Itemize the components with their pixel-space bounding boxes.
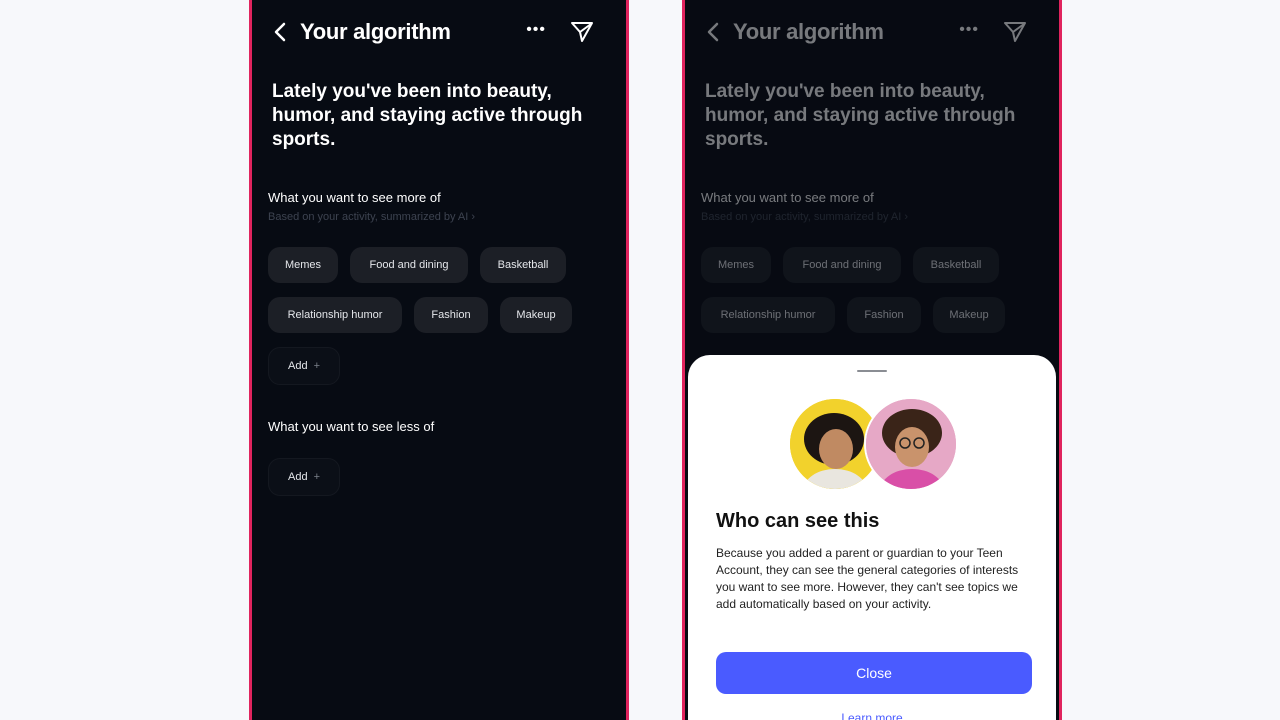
see-more-subtitle-text: Based on your activity, summarized by AI — [701, 211, 902, 223]
chevron-left-icon[interactable] — [270, 20, 292, 44]
sheet-body: Because you added a parent or guardian t… — [716, 546, 1019, 611]
see-more-subtitle[interactable]: Based on your activity, summarized by AI… — [268, 211, 475, 223]
chip-basketball[interactable]: Basketball — [913, 247, 999, 283]
learn-more-link[interactable]: Learn more — [688, 711, 1056, 720]
app-header: Your algorithm ••• — [270, 18, 608, 46]
interests-headline: Lately you've been into beauty, humor, a… — [272, 81, 583, 150]
chip-relationship-humor[interactable]: Relationship humor — [268, 297, 402, 333]
chevron-left-icon[interactable] — [703, 20, 725, 44]
app-header: Your algorithm ••• — [703, 18, 1041, 46]
chip-food-and-dining[interactable]: Food and dining — [783, 247, 901, 283]
add-less-button[interactable]: Add + — [268, 458, 340, 496]
send-icon[interactable] — [1003, 20, 1027, 44]
chip-food-and-dining[interactable]: Food and dining — [350, 247, 468, 283]
parent-avatar-image — [866, 399, 956, 489]
more-horizontal-icon[interactable]: ••• — [959, 21, 979, 39]
send-icon[interactable] — [570, 20, 594, 44]
close-button[interactable]: Close — [716, 652, 1032, 694]
chip-makeup[interactable]: Makeup — [933, 297, 1005, 333]
chevron-right-icon: › — [471, 211, 476, 223]
see-more-title: What you want to see more of — [268, 190, 441, 205]
chip-memes[interactable]: Memes — [701, 247, 771, 283]
see-more-subtitle-text: Based on your activity, summarized by AI — [268, 211, 469, 223]
plus-icon: + — [313, 471, 320, 483]
phone-screen-algorithm-with-sheet: Your algorithm ••• Lately you've been in… — [682, 0, 1062, 720]
see-less-title: What you want to see less of — [268, 419, 435, 434]
phone-screen-algorithm: Your algorithm ••• Lately you've been in… — [249, 0, 629, 720]
add-label: Add — [287, 471, 308, 483]
sheet-title: Who can see this — [716, 510, 880, 532]
interests-headline: Lately you've been into beauty, humor, a… — [705, 81, 1016, 150]
chip-relationship-humor[interactable]: Relationship humor — [701, 297, 835, 333]
see-more-title: What you want to see more of — [701, 190, 874, 205]
add-label: Add — [287, 360, 308, 372]
see-more-subtitle[interactable]: Based on your activity, summarized by AI… — [701, 211, 908, 223]
plus-icon: + — [313, 360, 320, 372]
sheet-drag-handle[interactable] — [857, 370, 887, 372]
add-more-button[interactable]: Add + — [268, 347, 340, 385]
chip-memes[interactable]: Memes — [268, 247, 338, 283]
chip-fashion[interactable]: Fashion — [847, 297, 921, 333]
bottom-sheet: Who can see this Because you added a par… — [688, 355, 1056, 720]
chevron-right-icon: › — [904, 211, 909, 223]
chip-basketball[interactable]: Basketball — [480, 247, 566, 283]
parent-avatar — [864, 397, 958, 491]
page-title: Your algorithm — [300, 19, 451, 44]
more-horizontal-icon[interactable]: ••• — [526, 21, 546, 39]
chip-makeup[interactable]: Makeup — [500, 297, 572, 333]
page-title: Your algorithm — [733, 19, 884, 44]
chip-fashion[interactable]: Fashion — [414, 297, 488, 333]
